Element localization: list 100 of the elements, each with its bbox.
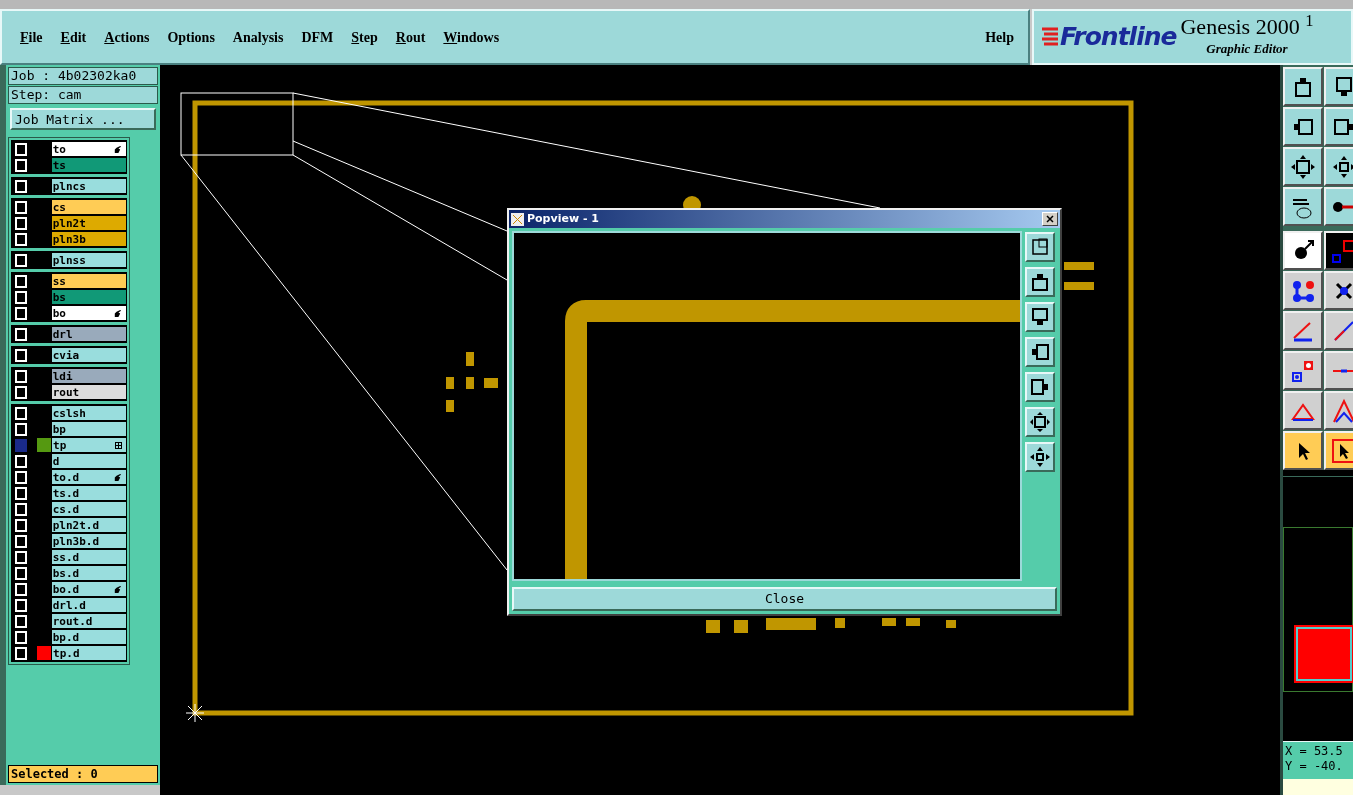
toolbar-button[interactable] xyxy=(1283,431,1323,470)
layer-item[interactable]: cslsh xyxy=(51,406,126,420)
layer-toggle[interactable] xyxy=(15,438,28,452)
window-title: Popview - 1 xyxy=(527,210,600,227)
popview-tool-button[interactable] xyxy=(1025,372,1055,402)
menu-item[interactable]: Rout xyxy=(395,26,426,48)
status-field xyxy=(1283,779,1353,795)
layer-item[interactable]: pln3b xyxy=(51,232,126,246)
hand-icon xyxy=(113,144,122,154)
toolbar-button[interactable] xyxy=(1324,231,1353,270)
copper-pad xyxy=(446,400,454,412)
board-preview xyxy=(1296,626,1352,681)
toolbar-button[interactable] xyxy=(1283,351,1323,390)
move-up-icon xyxy=(1029,271,1051,293)
chevron-icon xyxy=(1331,397,1353,424)
close-popview-button[interactable]: Close xyxy=(512,587,1057,611)
brand-logo: Frontline xyxy=(1060,21,1177,54)
copper-pad xyxy=(466,377,474,389)
toolbar-button[interactable] xyxy=(1283,271,1323,310)
toolbar-button[interactable] xyxy=(1283,147,1323,186)
zoom-fit-icon xyxy=(1290,153,1316,180)
layer-item[interactable]: plncs xyxy=(51,179,126,193)
menu-item[interactable]: Analysis xyxy=(232,26,284,48)
layer-item[interactable]: d xyxy=(51,454,126,468)
copper-pad xyxy=(766,618,816,630)
toolbar-button[interactable] xyxy=(1283,187,1323,226)
layer-item[interactable]: cs xyxy=(51,200,126,214)
layer-item[interactable]: plnss xyxy=(51,253,126,267)
layer-item[interactable]: ts.d xyxy=(51,486,126,500)
toolbar-button[interactable] xyxy=(1283,231,1323,270)
toolbar-button[interactable] xyxy=(1324,147,1353,186)
toolbar-button[interactable] xyxy=(1324,391,1353,430)
layer-item[interactable]: to.d xyxy=(51,470,126,484)
popview-tool-button[interactable] xyxy=(1025,267,1055,297)
toolbar-button[interactable] xyxy=(1324,271,1353,310)
layer-item[interactable]: bs.d xyxy=(51,566,126,580)
pointer-box-icon xyxy=(1331,437,1353,464)
pan-icon xyxy=(1029,446,1051,468)
menu-item[interactable]: Edit xyxy=(60,26,87,48)
layer-item[interactable]: tp xyxy=(52,438,126,452)
layer-item[interactable]: ldi xyxy=(51,369,126,383)
layer-item[interactable]: ss.d xyxy=(51,550,126,564)
layer-item[interactable]: drl.d xyxy=(51,598,126,612)
layer-item[interactable]: bo.d xyxy=(51,582,126,596)
layer-item[interactable]: rout xyxy=(51,385,126,399)
popview-tool-button[interactable] xyxy=(1025,337,1055,367)
copper-pad xyxy=(1064,262,1094,270)
popview-tool-button[interactable] xyxy=(1025,442,1055,472)
line-node-icon xyxy=(1331,200,1353,213)
layer-item[interactable]: bo xyxy=(51,306,126,320)
layer-item[interactable]: rout.d xyxy=(51,614,126,628)
toolbar-button[interactable] xyxy=(1324,67,1353,106)
move-right-icon xyxy=(1029,376,1051,398)
popview-tool-button[interactable] xyxy=(1025,407,1055,437)
layer-item[interactable]: bs xyxy=(51,290,126,304)
copper-pad xyxy=(484,378,498,388)
toolbar-button[interactable] xyxy=(1283,311,1323,350)
origin-icon xyxy=(185,703,205,723)
layer-item[interactable]: bp.d xyxy=(51,630,126,644)
toolbar-button[interactable] xyxy=(1283,391,1323,430)
menu-item[interactable]: DFM xyxy=(301,26,334,48)
toolbar-button[interactable] xyxy=(1324,431,1353,470)
toolbar-button[interactable] xyxy=(1283,67,1323,106)
layer-item[interactable]: pln2t.d xyxy=(51,518,126,532)
selected-count: Selected : 0 xyxy=(8,765,158,783)
copper-pad xyxy=(466,352,474,366)
copper-pad xyxy=(835,618,845,628)
layer-item[interactable]: to xyxy=(51,142,126,156)
job-matrix-button[interactable]: Job Matrix ... xyxy=(10,108,156,130)
menu-item[interactable]: Windows xyxy=(443,26,500,48)
menu-item[interactable]: Actions xyxy=(104,26,150,48)
popview-tool-button[interactable] xyxy=(1025,232,1055,262)
layer-item[interactable]: cs.d xyxy=(51,502,126,516)
layer-item[interactable]: ss xyxy=(51,274,126,288)
layer-item[interactable]: ts xyxy=(51,158,126,172)
popview-tool-button[interactable] xyxy=(1025,302,1055,332)
layer-item[interactable]: drl xyxy=(51,327,126,341)
toolbar-button[interactable] xyxy=(1324,311,1353,350)
menu-item[interactable]: Help xyxy=(985,26,1014,48)
copper-pad xyxy=(882,618,896,626)
close-button[interactable] xyxy=(1042,212,1058,226)
copper-pad xyxy=(946,620,956,628)
copper-pad xyxy=(906,618,920,626)
move-left-icon xyxy=(1029,341,1051,363)
layer-item[interactable]: pln2t xyxy=(51,216,126,230)
layer-item[interactable]: cvia xyxy=(51,348,126,362)
job-label: Job : 4b02302ka0 xyxy=(8,67,158,85)
toolbar-button[interactable] xyxy=(1283,107,1323,146)
toolbar-button[interactable] xyxy=(1324,107,1353,146)
zoom-box-icon xyxy=(1029,236,1051,258)
toolbar-button[interactable] xyxy=(1324,187,1353,226)
layer-item[interactable]: bp xyxy=(51,422,126,436)
copper-pad xyxy=(734,620,748,633)
menu-item[interactable]: Step xyxy=(351,26,378,48)
toolbar-button[interactable] xyxy=(1324,351,1353,390)
hand-icon xyxy=(113,308,122,318)
menu-item[interactable]: Options xyxy=(167,26,215,48)
layer-item[interactable]: pln3b.d xyxy=(51,534,126,548)
layer-item[interactable]: tp.d xyxy=(52,646,126,660)
menu-item[interactable]: File xyxy=(20,26,43,48)
